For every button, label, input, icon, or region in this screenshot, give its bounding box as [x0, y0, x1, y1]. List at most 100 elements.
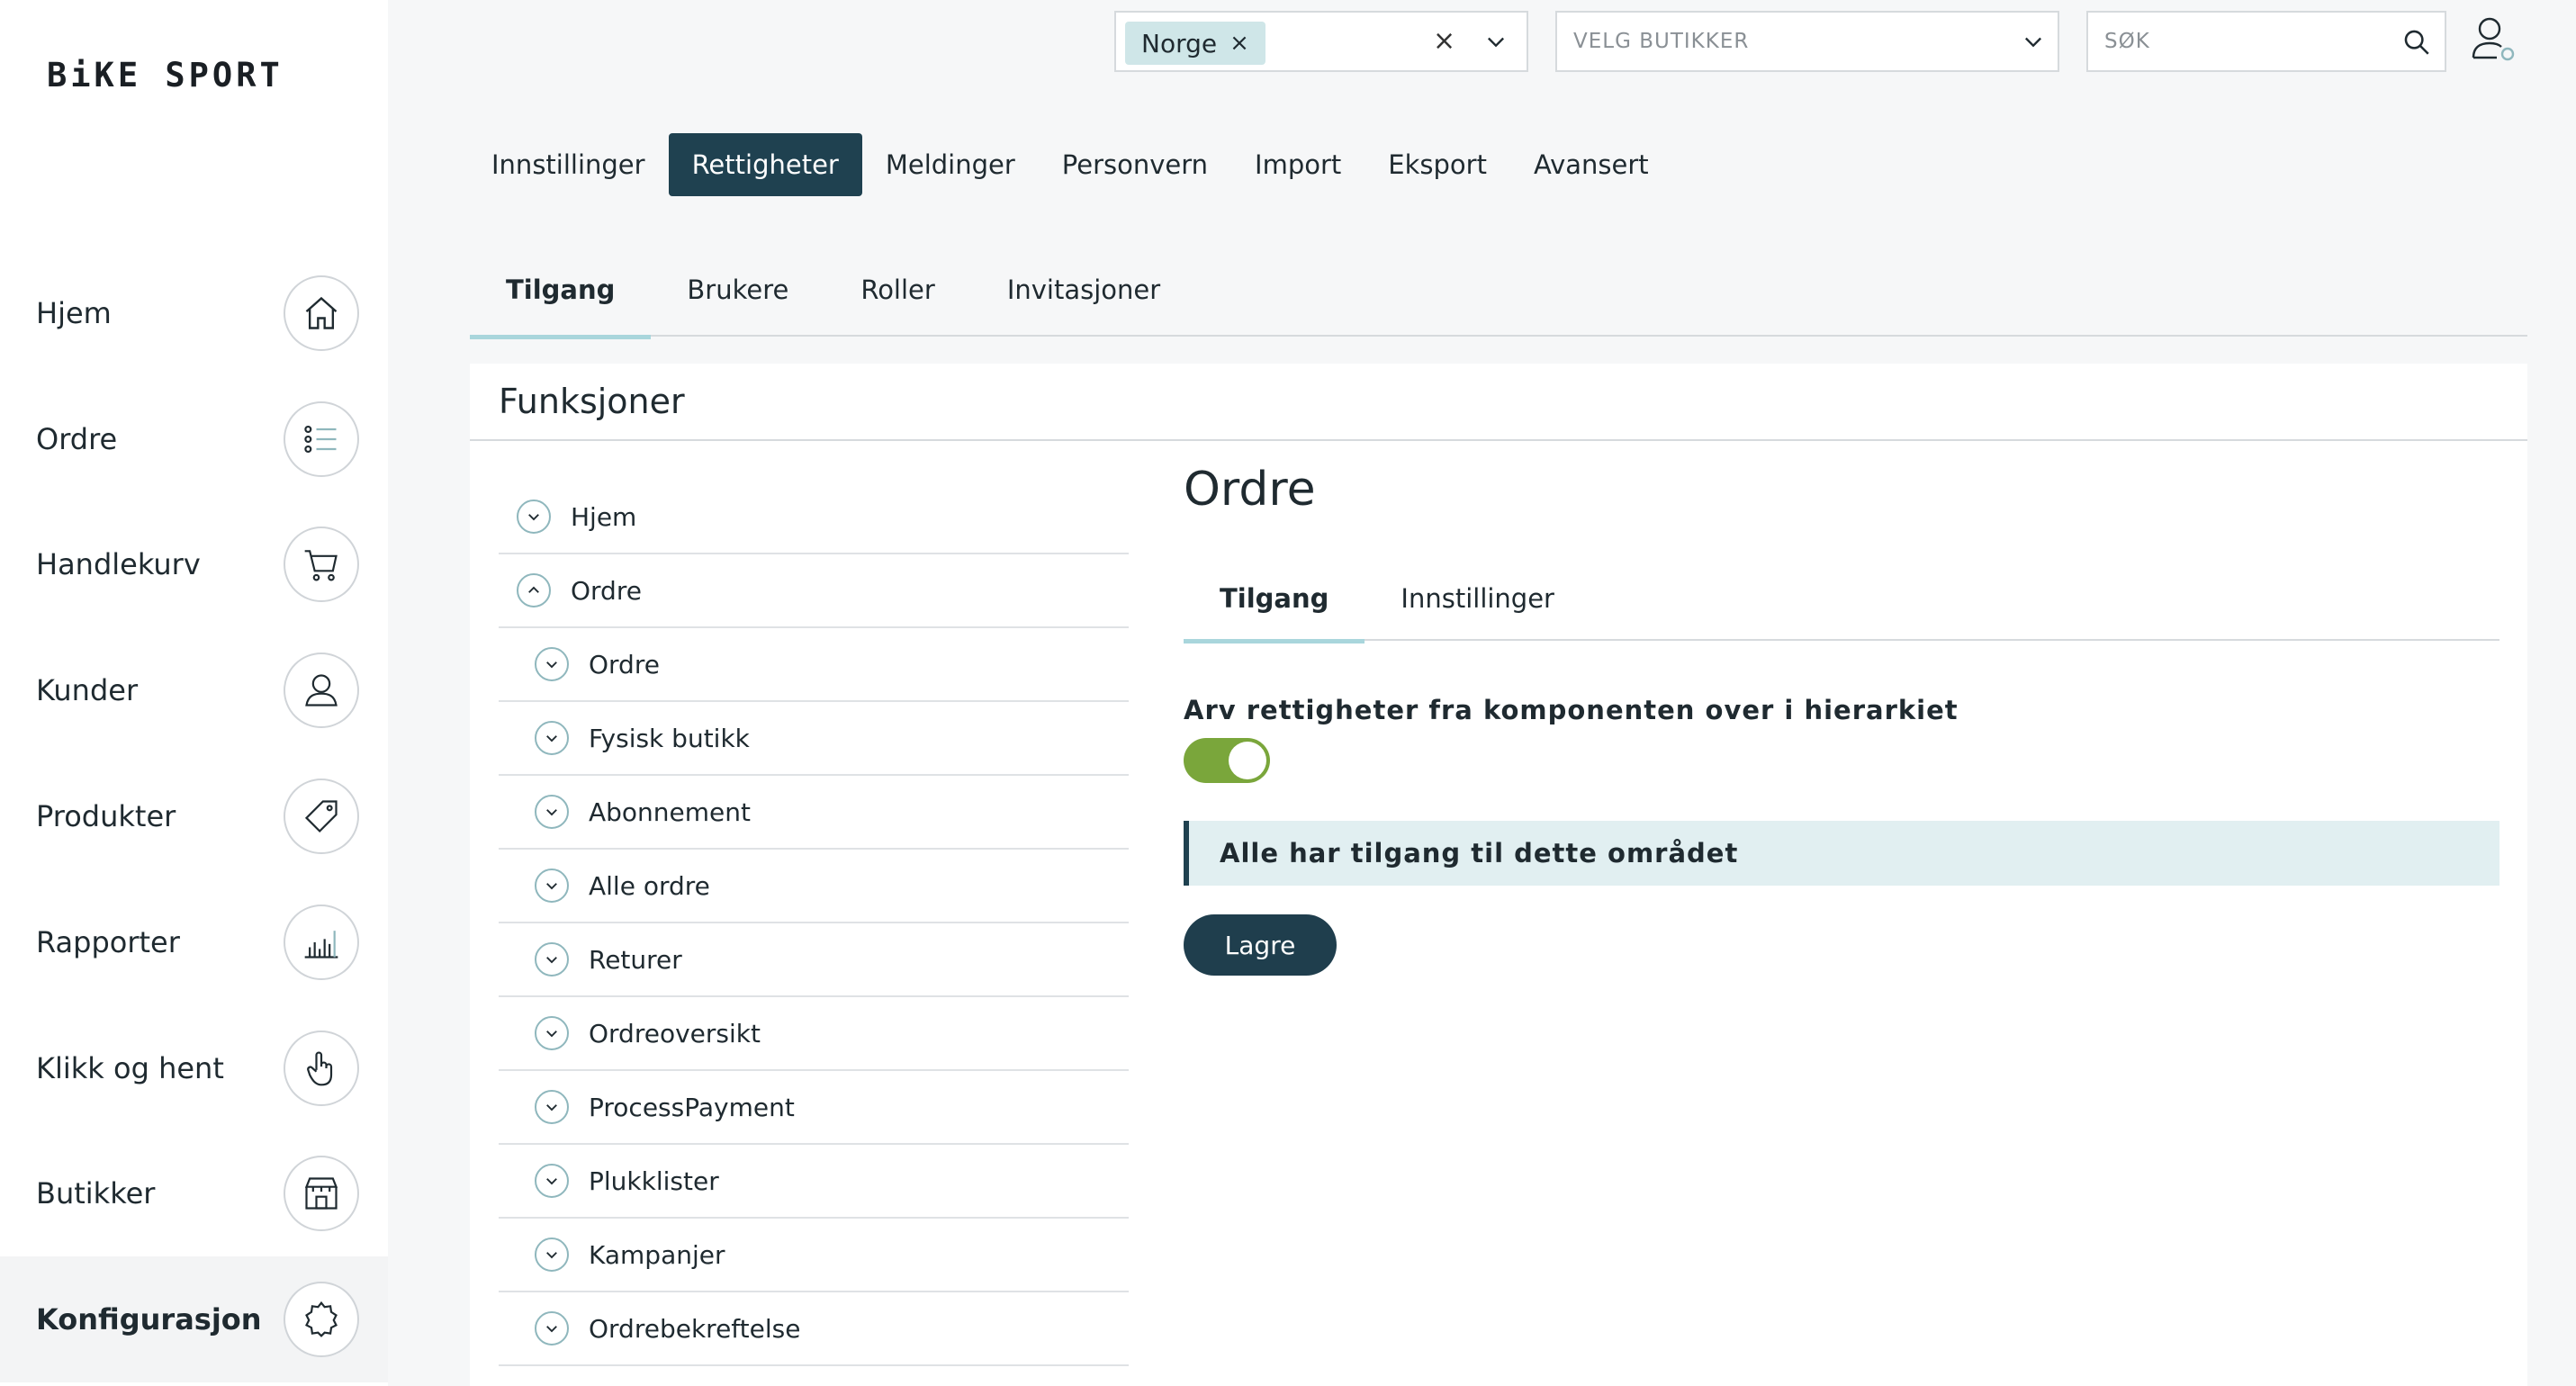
chevron-down-icon[interactable] — [535, 1238, 569, 1272]
detail-pane: Ordre Tilgang Innstillinger Arv rettighe… — [1184, 463, 2499, 976]
sidebar: BiKE SPORT Hjem Ordre Handlekurv Kunder … — [0, 0, 388, 1386]
chevron-down-icon[interactable] — [535, 647, 569, 681]
sidebar-item-label: Butikker — [36, 1176, 156, 1210]
sidebar-item-butikker[interactable]: Butikker — [0, 1130, 388, 1256]
sidebar-item-ordre[interactable]: Ordre — [0, 376, 388, 502]
store-icon — [284, 1156, 359, 1231]
tab-avansert[interactable]: Avansert — [1510, 133, 1672, 196]
tree-item-label: Ordre — [589, 649, 660, 680]
tree-item-abonnement[interactable]: Abonnement — [499, 776, 1129, 850]
tree-item-alle-ordre[interactable]: Alle ordre — [499, 850, 1129, 923]
toggle-knob — [1229, 742, 1266, 779]
tab-personvern[interactable]: Personvern — [1039, 133, 1231, 196]
tree-item-label: Ordreoversikt — [589, 1018, 761, 1048]
tree-item-processpayment[interactable]: ProcessPayment — [499, 1071, 1129, 1145]
sidebar-item-kunder[interactable]: Kunder — [0, 627, 388, 753]
tag-icon — [284, 778, 359, 854]
chevron-up-icon[interactable] — [517, 573, 551, 608]
tree-item-label: Returer — [589, 944, 682, 975]
country-chip: Norge × — [1125, 22, 1265, 65]
tree-item-label: Ordre — [571, 575, 642, 606]
tree-item-ordrebekreftelse[interactable]: Ordrebekreftelse — [499, 1292, 1129, 1366]
tree-item-label: Plukklister — [589, 1166, 719, 1196]
sidebar-item-label: Ordre — [36, 422, 118, 456]
chevron-down-icon[interactable] — [535, 942, 569, 976]
tree-item-ordre[interactable]: Ordre — [499, 554, 1129, 628]
chip-label: Norge — [1141, 28, 1218, 58]
tree-item-label: Hjem — [571, 501, 637, 532]
tab-innstillinger[interactable]: Innstillinger — [468, 133, 669, 196]
detail-tab-innstillinger[interactable]: Innstillinger — [1365, 556, 1590, 641]
inherit-label: Arv rettigheter fra komponenten over i h… — [1184, 695, 1959, 725]
functions-panel: Funksjoner Hjem Ordre Ordre Fysisk butik… — [470, 364, 2527, 1386]
tree-item-ordre-sub[interactable]: Ordre — [499, 628, 1129, 702]
inherit-toggle[interactable] — [1184, 738, 1270, 783]
tree-item-kampanjer[interactable]: Kampanjer — [499, 1219, 1129, 1292]
tree-item-label: Kampanjer — [589, 1239, 725, 1270]
sidebar-item-label: Produkter — [36, 799, 176, 833]
tree-item-label: Abonnement — [589, 796, 752, 827]
chevron-down-icon[interactable] — [517, 500, 551, 534]
sidebar-item-handlekurv[interactable]: Handlekurv — [0, 501, 388, 627]
chip-remove-icon[interactable]: × — [1229, 30, 1249, 57]
tree-item-fysisk-butikk[interactable]: Fysisk butikk — [499, 702, 1129, 776]
detail-tab-tilgang[interactable]: Tilgang — [1184, 556, 1365, 644]
save-button[interactable]: Lagre — [1184, 914, 1337, 976]
tree-item-hjem[interactable]: Hjem — [499, 481, 1129, 554]
tab-import[interactable]: Import — [1231, 133, 1365, 196]
chevron-down-icon[interactable] — [535, 1016, 569, 1050]
customer-icon — [284, 652, 359, 728]
tab-rettigheter[interactable]: Rettigheter — [668, 133, 862, 196]
access-notice: Alle har tilgang til dette området — [1184, 821, 2499, 886]
user-settings-icon[interactable] — [2470, 14, 2517, 65]
search-placeholder: SØK — [2104, 30, 2150, 53]
cart-icon — [284, 526, 359, 602]
sidebar-item-hjem[interactable]: Hjem — [0, 250, 388, 376]
hand-pointer-icon — [284, 1030, 359, 1106]
list-icon — [284, 401, 359, 477]
gear-icon — [284, 1282, 359, 1357]
sidebar-item-label: Konfigurasjon — [36, 1302, 262, 1336]
tab-invitasjoner[interactable]: Invitasjoner — [971, 243, 1196, 337]
search-icon[interactable] — [2401, 27, 2432, 58]
sidebar-item-konfigurasjon[interactable]: Konfigurasjon — [0, 1256, 388, 1382]
chevron-down-icon[interactable] — [535, 1311, 569, 1346]
tree-item-ordreoversikt[interactable]: Ordreoversikt — [499, 997, 1129, 1071]
tree-item-label: Alle ordre — [589, 870, 710, 901]
tab-meldinger[interactable]: Meldinger — [862, 133, 1039, 196]
detail-title: Ordre — [1184, 463, 1316, 517]
primary-tabs: Innstillinger Rettigheter Meldinger Pers… — [468, 133, 1672, 196]
chevron-down-icon[interactable] — [1483, 29, 1509, 54]
tree-item-label: Ordrebekreftelse — [589, 1313, 801, 1344]
function-tree: Hjem Ordre Ordre Fysisk butikk Abonnemen… — [499, 481, 1129, 1366]
sidebar-item-label: Hjem — [36, 296, 112, 330]
sidebar-item-produkter[interactable]: Produkter — [0, 753, 388, 879]
sidebar-item-label: Handlekurv — [36, 547, 201, 581]
sidebar-item-label: Klikk og hent — [36, 1051, 224, 1085]
sidebar-item-rapporter[interactable]: Rapporter — [0, 879, 388, 1005]
store-select[interactable]: VELG BUTIKKER — [1555, 11, 2059, 72]
chevron-down-icon[interactable] — [535, 1090, 569, 1124]
tab-tilgang[interactable]: Tilgang — [470, 243, 652, 339]
tab-eksport[interactable]: Eksport — [1365, 133, 1510, 196]
brand-logo[interactable]: BiKE SPORT — [47, 56, 284, 94]
search-input[interactable]: SØK — [2086, 11, 2446, 72]
chevron-down-icon[interactable] — [2021, 29, 2046, 54]
sidebar-item-klikk-og-hent[interactable]: Klikk og hent — [0, 1005, 388, 1131]
tree-item-returer[interactable]: Returer — [499, 923, 1129, 997]
chevron-down-icon[interactable] — [535, 721, 569, 755]
chevron-down-icon[interactable] — [535, 1164, 569, 1198]
store-select-placeholder: VELG BUTIKKER — [1573, 30, 1750, 53]
detail-tabs: Tilgang Innstillinger — [1184, 556, 2499, 644]
chevron-down-icon[interactable] — [535, 795, 569, 829]
chevron-down-icon[interactable] — [535, 868, 569, 903]
sidebar-item-label: Kunder — [36, 673, 139, 707]
sidebar-item-label: Rapporter — [36, 925, 180, 959]
secondary-tabs: Tilgang Brukere Roller Invitasjoner — [470, 243, 2527, 339]
tab-brukere[interactable]: Brukere — [651, 243, 824, 337]
tab-roller[interactable]: Roller — [824, 243, 970, 337]
country-select[interactable]: Norge × × — [1114, 11, 1528, 72]
tree-item-label: Fysisk butikk — [589, 723, 750, 753]
tree-item-plukklister[interactable]: Plukklister — [499, 1145, 1129, 1219]
clear-icon[interactable]: × — [1433, 25, 1455, 57]
